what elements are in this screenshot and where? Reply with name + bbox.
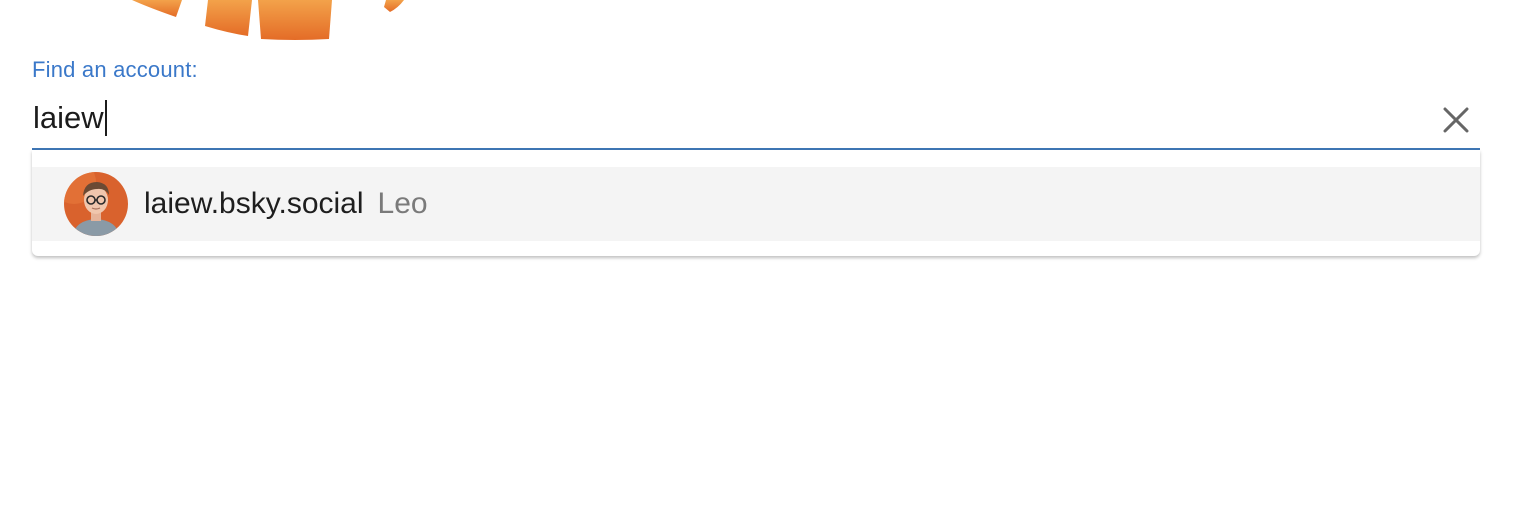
text-caret: [104, 100, 107, 136]
search-input[interactable]: laiew: [33, 100, 107, 136]
clear-search-button[interactable]: [1440, 104, 1472, 136]
search-result-item[interactable]: laiew.bsky.social Leo: [32, 167, 1480, 241]
search-results-dropdown: laiew.bsky.social Leo: [32, 150, 1480, 256]
avatar: [64, 172, 128, 236]
close-icon: [1443, 107, 1469, 133]
search-label: Find an account:: [32, 57, 198, 82]
result-display-name: Leo: [377, 187, 428, 220]
sunburst-logo-icon: [132, 0, 404, 40]
result-handle: laiew.bsky.social: [144, 187, 364, 220]
search-input-text: laiew: [33, 100, 104, 135]
search-field[interactable]: laiew: [32, 94, 1480, 151]
user-avatar-icon: [64, 172, 128, 236]
